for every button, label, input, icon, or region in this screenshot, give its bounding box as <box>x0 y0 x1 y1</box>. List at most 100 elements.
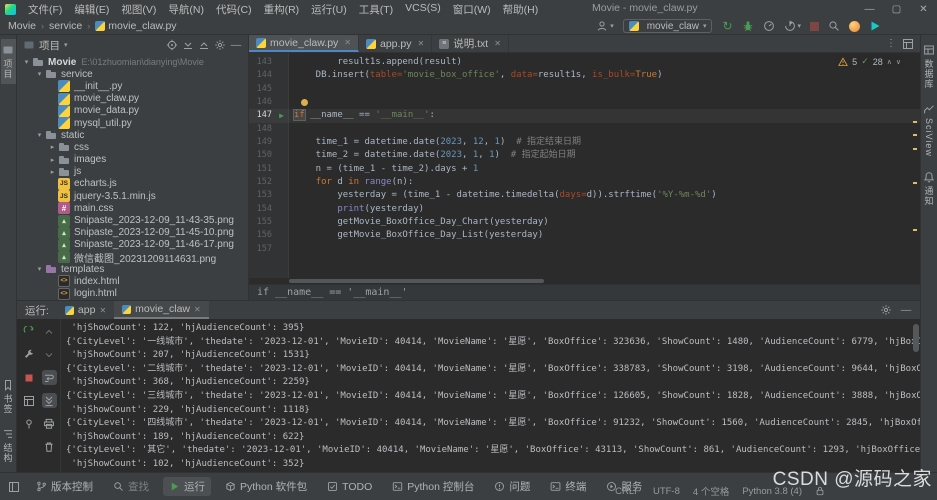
run-button[interactable]: ↻ <box>721 20 733 32</box>
line-number[interactable]: 149 <box>249 136 275 149</box>
code-line[interactable]: 147▶if __name__ == '__main__': <box>249 109 920 122</box>
search-everywhere-icon[interactable] <box>828 20 840 32</box>
tree-item[interactable]: <>login.html <box>17 288 248 300</box>
minimize-button[interactable]: — <box>856 0 883 18</box>
tool-window-tab-结构[interactable]: 结构 <box>1 423 16 468</box>
stop-icon[interactable] <box>22 370 37 385</box>
close-button[interactable]: ✕ <box>910 0 937 18</box>
up-stack-trace-icon[interactable] <box>42 324 57 339</box>
code-line[interactable]: 151 n = (time_1 - time_2).days + 1 <box>249 163 920 176</box>
run-line-icon[interactable]: ▶ <box>275 109 288 122</box>
down-stack-trace-icon[interactable] <box>42 347 57 362</box>
tree-item[interactable]: movie_data.py <box>17 105 248 117</box>
restore-layout-icon[interactable] <box>22 393 37 408</box>
tree-item[interactable]: movie_claw.py <box>17 93 248 105</box>
coverage-button[interactable]: ▾ <box>784 20 801 32</box>
line-number[interactable]: 153 <box>249 189 275 202</box>
tree-chevron-icon[interactable]: ▸ <box>47 168 58 176</box>
maximize-button[interactable]: ▢ <box>883 0 910 18</box>
hide-run-panel-icon[interactable]: — <box>900 304 912 316</box>
status-tool-branch[interactable]: 版本控制 <box>30 477 99 496</box>
tree-item[interactable]: JSecharts.js <box>17 178 248 190</box>
status-tool-todo[interactable]: TODO <box>321 477 378 496</box>
tree-item[interactable]: #main.css <box>17 202 248 214</box>
tree-chevron-icon[interactable]: ▸ <box>47 156 58 164</box>
breadcrumb-item[interactable]: movie_claw.py <box>95 20 176 32</box>
line-number[interactable]: 143 <box>249 56 275 69</box>
expand-all-icon[interactable] <box>182 39 194 51</box>
panel-settings-icon[interactable] <box>214 39 226 51</box>
error-stripe[interactable] <box>912 53 918 278</box>
tree-item[interactable]: __init__.py <box>17 80 248 92</box>
line-number[interactable]: 154 <box>249 203 275 216</box>
menu-item[interactable]: 重构(R) <box>258 1 306 18</box>
menu-item[interactable]: 文件(F) <box>22 1 68 18</box>
tree-chevron-icon[interactable]: ▸ <box>47 143 58 151</box>
editor-breadcrumb[interactable]: if __name__ == '__main__' <box>249 284 920 300</box>
line-number[interactable]: 152 <box>249 176 275 189</box>
user-menu-button[interactable]: ▾ <box>596 20 614 32</box>
line-number[interactable]: 144 <box>249 69 275 82</box>
close-tab-icon[interactable]: ✕ <box>344 38 351 47</box>
stop-button[interactable] <box>810 22 819 31</box>
code-line[interactable]: 146 <box>249 96 920 109</box>
code-line[interactable]: 148 <box>249 123 920 136</box>
line-number[interactable]: 146 <box>249 96 275 109</box>
prev-problem-icon[interactable]: ∧ <box>887 58 892 66</box>
print-icon[interactable] <box>42 416 57 431</box>
menu-item[interactable]: 运行(U) <box>305 1 353 18</box>
tab-options-icon[interactable]: ⋮ <box>886 38 896 49</box>
run-settings-icon[interactable] <box>880 304 892 316</box>
tree-item[interactable]: ▾MovieE:\01zhuomian\dianying\Movie <box>17 56 248 68</box>
menu-item[interactable]: 视图(V) <box>115 1 162 18</box>
status-tool-problems[interactable]: 问题 <box>488 477 536 496</box>
code-line[interactable]: 152 for d in range(n): <box>249 176 920 189</box>
scroll-to-end-icon[interactable] <box>42 393 57 408</box>
code-line[interactable]: 157 <box>249 243 920 256</box>
menu-item[interactable]: 帮助(H) <box>497 1 545 18</box>
debug-button[interactable] <box>742 20 754 32</box>
tree-item[interactable]: ▴微信截图_20231209114631.png <box>17 251 248 263</box>
tool-window-tab-SciView[interactable]: SciView <box>922 98 937 162</box>
inspection-widget[interactable]: 5 ✓ 28 ∧ ∨ <box>835 55 904 68</box>
status-value[interactable]: UTF-8 <box>653 486 680 497</box>
console-output[interactable]: 'hjShowCount': 122, 'hjAudienceCount': 3… <box>61 319 920 472</box>
code-with-me-icon[interactable] <box>849 21 860 32</box>
code-line[interactable]: 144 DB.insert(table='movie_box_office', … <box>249 69 920 82</box>
tree-item[interactable]: ▾static <box>17 129 248 141</box>
close-tab-icon[interactable]: ✕ <box>418 39 425 48</box>
status-tool-package[interactable]: Python 软件包 <box>219 477 313 496</box>
status-tool-search[interactable]: 查找 <box>107 477 155 496</box>
status-tool-pyconsole[interactable]: Python 控制台 <box>386 477 480 496</box>
code-line[interactable]: 156 getMovie_BoxOffice_Day_List(yesterda… <box>249 229 920 242</box>
tree-chevron-icon[interactable]: ▾ <box>21 58 32 66</box>
code-line[interactable]: 145 <box>249 83 920 96</box>
pin-tab-icon[interactable] <box>22 416 37 431</box>
line-number[interactable]: 156 <box>249 229 275 242</box>
menu-item[interactable]: 代码(C) <box>210 1 258 18</box>
profiler-button[interactable] <box>763 20 775 32</box>
tree-item[interactable]: <>index.html <box>17 275 248 287</box>
run-tab[interactable]: movie_claw✕ <box>114 301 209 319</box>
editor-tab[interactable]: ≡说明.txt✕ <box>432 35 509 52</box>
code-line[interactable]: 149 time_1 = datetime.date(2023, 12, 1) … <box>249 136 920 149</box>
status-value[interactable]: 4 个空格 <box>693 484 729 498</box>
soft-wrap-icon[interactable] <box>42 370 57 385</box>
status-tool-terminal[interactable]: 终端 <box>544 477 592 496</box>
tool-window-tab-数据库[interactable]: 数据库 <box>922 39 937 94</box>
breadcrumb-item[interactable]: service <box>49 20 82 32</box>
tree-chevron-icon[interactable]: ▾ <box>34 265 45 273</box>
tree-item[interactable]: JSjquery-3.5.1.min.js <box>17 190 248 202</box>
collapse-all-icon[interactable] <box>198 39 210 51</box>
project-panel-title[interactable]: 项目 <box>39 38 60 53</box>
tree-item[interactable]: ▸images <box>17 154 248 166</box>
ide-features-icon[interactable] <box>869 20 881 32</box>
next-problem-icon[interactable]: ∨ <box>896 58 901 66</box>
horizontal-scrollbar[interactable] <box>249 278 920 284</box>
code-line[interactable]: 153 yesterday = (time_1 - datetime.timed… <box>249 189 920 202</box>
close-tab-icon[interactable]: ✕ <box>99 306 106 315</box>
line-number[interactable]: 147 <box>249 109 275 122</box>
tree-chevron-icon[interactable]: ▾ <box>34 131 45 139</box>
tree-item[interactable]: ▸css <box>17 141 248 153</box>
locate-file-icon[interactable] <box>166 39 178 51</box>
